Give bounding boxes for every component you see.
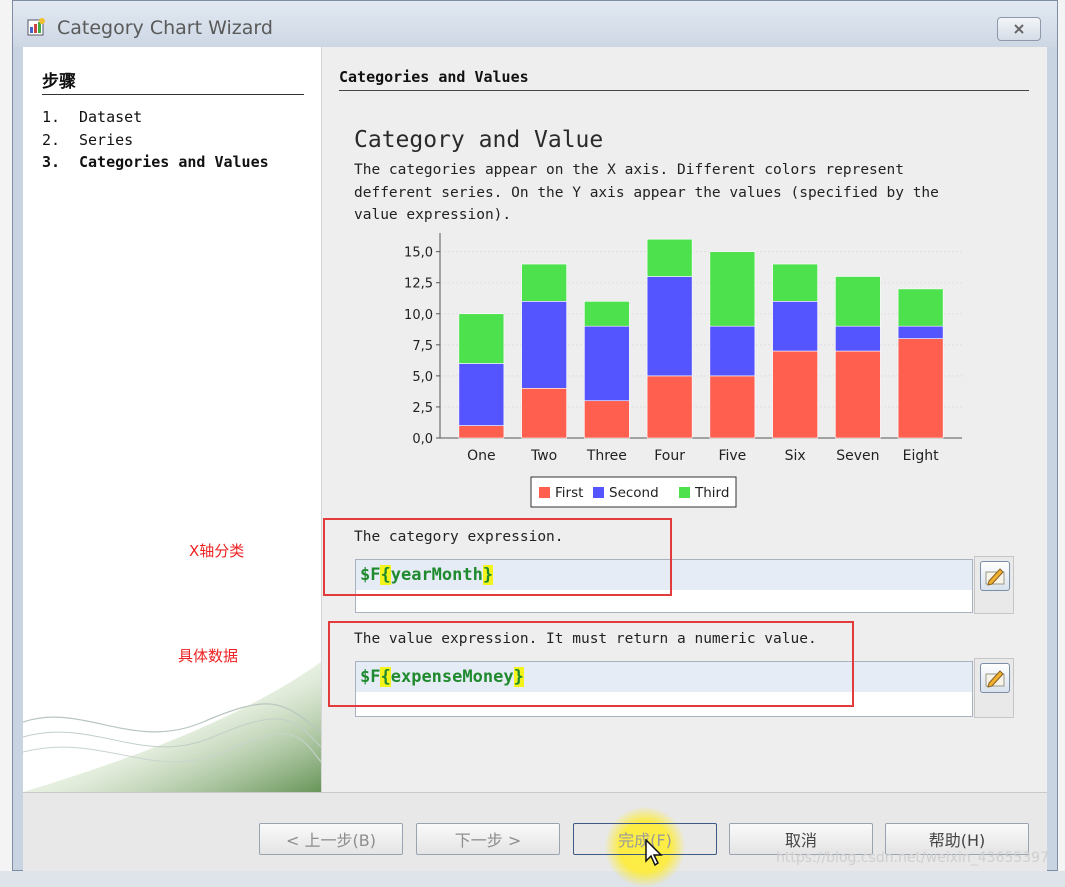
step-number: 1. [42,108,61,126]
bar-segment [709,325,756,377]
section-title: Categories and Values [339,68,1029,91]
report-wizard-icon [27,17,47,37]
step-series[interactable]: 2. Series [42,131,133,149]
y-tick-label: 12,5 [404,277,433,292]
edit-expression-icon [985,670,1005,688]
step-categories-values[interactable]: 3. Categories and Values [42,153,269,171]
step-label: Series [79,131,134,149]
x-tick-label: Six [785,448,806,464]
bar-segment [772,350,818,439]
y-tick-label: 5,0 [412,370,433,385]
category-annotation-box [323,518,672,596]
bar-segment [897,288,944,327]
bar-segment [458,363,505,426]
step-number: 3. [42,153,61,171]
legend-swatch [679,487,690,498]
bar-segment [458,425,505,439]
close-icon [1014,24,1024,34]
bar-segment [772,301,818,352]
edit-expression-icon [985,568,1005,586]
category-edit-button[interactable] [980,561,1010,591]
bar-segment [709,375,756,439]
bar-segment [835,276,881,327]
steps-panel: 步骤 1. Dataset 2. Series 3. Categories and V… [23,47,322,792]
legend-swatch [539,487,550,498]
y-tick-label: 10,0 [404,308,433,323]
x-tick-label: Four [654,448,685,464]
y-tick-label: 2,5 [412,401,433,416]
bar-segment [584,400,630,439]
x-tick-label: Three [586,448,627,464]
bar-segment [521,301,567,389]
step-label: Categories and Values [79,153,269,171]
x-axis-annotation: X轴分类 [189,542,245,560]
watermark: https://blog.csdn.net/weixin_43655397 [775,850,1049,866]
y-tick-label: 7,5 [412,339,433,354]
category-expression-side [974,556,1014,614]
bar-segment [646,375,693,439]
data-annotation: 具体数据 [178,647,239,665]
legend-label: Third [694,485,729,501]
mouse-cursor-icon [645,839,663,867]
bar-segment [709,251,756,327]
stacked-bar-chart-preview: 0,0 2,5 5,0 7,5 10,0 12,5 15,0 One Two Three Four F… [404,233,962,508]
y-tick-label: 0,0 [412,432,433,447]
legend-swatch [593,487,604,498]
x-tick-label: Two [530,448,557,464]
window-title: Category Chart Wizard [57,17,273,39]
title-bar: Category Chart Wizard [13,1,1057,47]
page-heading: Category and Value [354,127,604,153]
bar-segment [584,301,630,327]
step-label: Dataset [79,108,143,126]
bar-segment [521,388,567,439]
step-dataset[interactable]: 1. Dataset [42,108,142,126]
bar-segment [646,276,693,377]
step-number: 2. [42,131,61,149]
bar-segment [897,338,944,439]
previous-button[interactable]: < 上一步(B) [259,823,403,855]
bar-segment [897,325,944,339]
value-annotation-box [328,621,854,707]
legend-label: First [555,485,583,501]
x-tick-label: One [467,448,496,464]
bar-segment [584,325,630,402]
steps-heading: 步骤 [42,67,304,95]
close-button[interactable] [997,17,1041,41]
decorative-swirl-graphic [23,662,321,792]
next-button[interactable]: 下一步 > [416,823,560,855]
page-description: The categories appear on the X axis. Dif… [354,162,939,223]
x-tick-label: Five [718,448,746,464]
bar-segment [835,350,881,439]
bar-segment [521,263,567,302]
x-tick-label: Seven [836,448,879,464]
legend-label: Second [609,485,659,501]
value-edit-button[interactable] [980,663,1010,693]
x-tick-label: Eight [903,448,939,464]
y-tick-label: 15,0 [404,246,433,261]
bar-segment [835,325,881,352]
bar-segment [772,263,818,302]
bar-segment [646,238,693,277]
bar-segment [458,313,505,364]
chart-wizard-dialog: Category Chart Wizard 步骤 1. Dataset 2. Ser… [12,0,1058,887]
value-expression-side [974,658,1014,718]
